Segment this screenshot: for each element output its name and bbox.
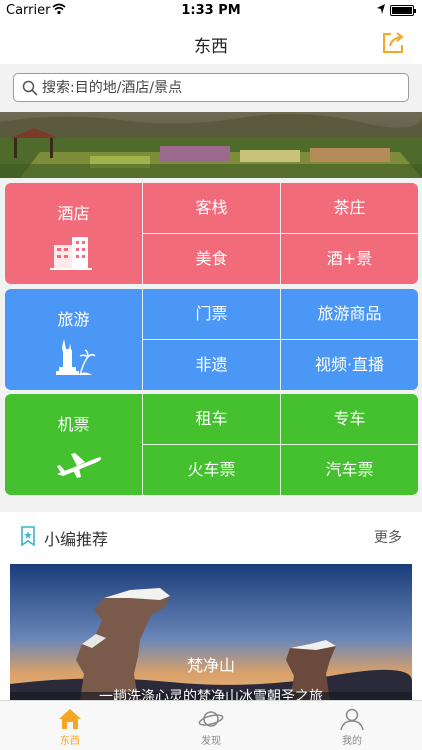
category-item-private-car[interactable]: 专车 — [281, 394, 418, 444]
search-input[interactable] — [42, 76, 402, 100]
planet-icon — [198, 711, 224, 727]
tab-mine-label: 我的 — [342, 736, 362, 747]
category-item-souvenirs[interactable]: 旅游商品 — [281, 289, 418, 339]
category-item-train-tickets[interactable]: 火车票 — [143, 445, 280, 495]
person-icon — [340, 708, 364, 731]
tab-discover[interactable]: 发现 — [141, 701, 281, 750]
category-travel[interactable]: 旅游 — [5, 289, 142, 390]
category-hotel-label: 酒店 — [57, 204, 90, 223]
status-bar: Carrier 1:33 PM — [0, 0, 422, 22]
navigation-bar: 东西 — [0, 22, 422, 64]
location-arrow-icon — [377, 4, 385, 14]
tab-discover-label: 发现 — [201, 736, 221, 747]
category-travel-label: 旅游 — [57, 310, 90, 329]
category-row-hotel: 酒店 客栈 茶庄 美食 酒+景 — [5, 183, 418, 284]
search-bar — [0, 64, 422, 112]
fanjingshan-photo — [10, 564, 412, 700]
category-item-inn[interactable]: 客栈 — [143, 183, 280, 233]
category-item-food[interactable]: 美食 — [143, 234, 280, 284]
category-item-car-rental[interactable]: 租车 — [143, 394, 280, 444]
category-row-travel: 旅游 门票 旅游商品 非遗 视频·直播 — [5, 289, 418, 390]
recommend-title: 小编推荐 — [44, 530, 109, 549]
tab-bar: 东西 发现 我的 — [0, 700, 422, 750]
tab-home-label: 东西 — [60, 736, 80, 747]
home-icon — [59, 709, 81, 729]
search-icon — [22, 80, 38, 96]
page-title: 东西 — [194, 37, 228, 57]
statue-of-liberty-icon — [56, 339, 96, 376]
banner-image[interactable] — [0, 112, 422, 178]
tab-mine[interactable]: 我的 — [282, 701, 422, 750]
share-icon[interactable] — [380, 30, 406, 56]
hotel-building-icon — [50, 237, 92, 270]
category-item-bus-tickets[interactable]: 汽车票 — [281, 445, 418, 495]
card-description: 一趟洗涤心灵的梵净山冰雪朝圣之旅 — [99, 689, 323, 700]
category-item-heritage[interactable]: 非遗 — [143, 340, 280, 390]
airplane-icon — [57, 453, 102, 478]
category-row-transport: 机票 租车 专车 火车票 汽车票 — [5, 394, 418, 495]
category-flight-label: 机票 — [57, 415, 90, 434]
status-time: 1:33 PM — [181, 3, 241, 18]
category-hotel[interactable]: 酒店 — [5, 183, 142, 284]
card-title: 梵净山 — [186, 656, 235, 675]
more-link[interactable]: 更多 — [374, 527, 402, 547]
recommend-card[interactable]: 梵净山 一趟洗涤心灵的梵净山冰雪朝圣之旅 — [10, 564, 412, 700]
category-flight[interactable]: 机票 — [5, 394, 142, 495]
category-item-tea-estate[interactable]: 茶庄 — [281, 183, 418, 233]
banner-landscape-image — [0, 112, 422, 178]
recommend-list: 梵净山 一趟洗涤心灵的梵净山冰雪朝圣之旅 — [0, 560, 422, 700]
search-box[interactable] — [13, 73, 409, 102]
battery-icon — [390, 5, 416, 16]
recommend-section-header: 小编推荐 更多 — [0, 512, 422, 560]
category-item-video-live[interactable]: 视频·直播 — [281, 340, 418, 390]
bookmark-icon — [21, 526, 35, 546]
tab-home[interactable]: 东西 — [0, 701, 140, 750]
category-item-hotel-scenic[interactable]: 酒+景 — [281, 234, 418, 284]
app-screen: Carrier 1:33 PM 东西 搜索:目的地/酒店/景点 酒店 客栈 茶庄… — [0, 0, 422, 750]
category-item-tickets[interactable]: 门票 — [143, 289, 280, 339]
